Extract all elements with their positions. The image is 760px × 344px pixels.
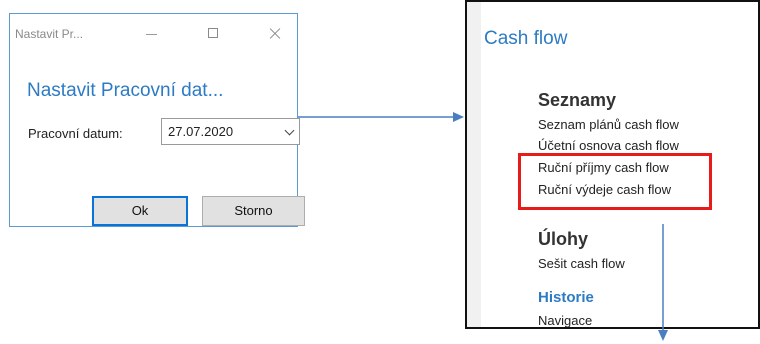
arrow-head-right-icon bbox=[453, 112, 464, 122]
annotation-arrows bbox=[298, 112, 668, 341]
arrow-head-down-icon bbox=[658, 330, 668, 341]
